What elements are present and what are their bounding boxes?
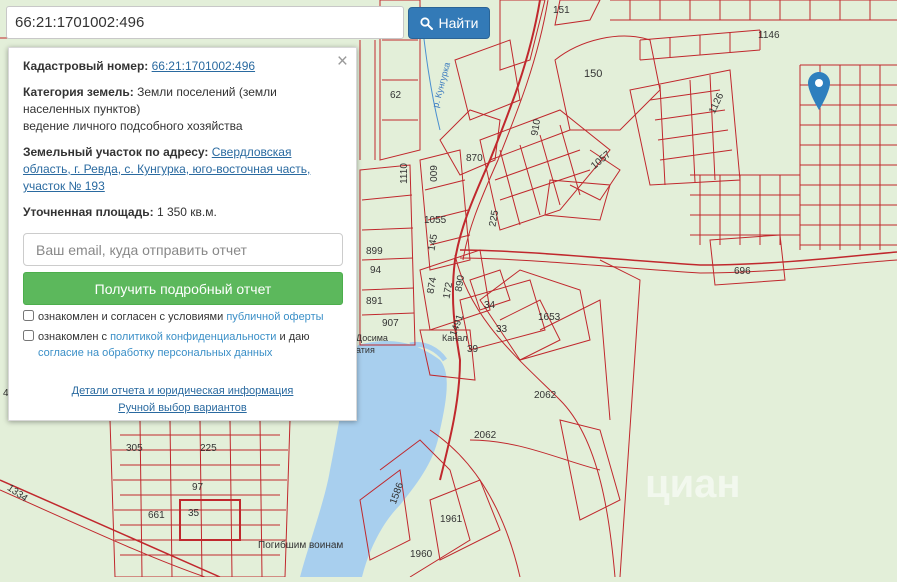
consent-offer-text: ознакомлен и согласен с условиями	[38, 311, 224, 323]
map-marker-icon[interactable]	[808, 72, 830, 110]
consent-offer[interactable]: ознакомлен и согласен с условиями публич…	[23, 309, 342, 325]
parcel-label: 009	[428, 165, 440, 182]
get-report-button[interactable]: Получить подробный отчет	[23, 272, 343, 305]
parcel-label: 35	[188, 508, 200, 519]
monument-label: Погибшим воинам	[258, 540, 344, 551]
cadastral-row: Кадастровый номер: 66:21:1701002:496	[23, 58, 342, 75]
consent-privacy-text: ознакомлен с	[38, 331, 108, 343]
cadastral-search-input[interactable]	[6, 6, 404, 39]
parcel-label: 907	[382, 318, 399, 329]
parcel-label: 1961	[440, 514, 463, 525]
category-label: Категория земель:	[23, 85, 134, 99]
parcel-label: 305	[126, 443, 143, 454]
place-label: Досима	[356, 333, 388, 343]
parcel-label: 899	[366, 246, 383, 257]
address-label: Земельный участок по адресу:	[23, 145, 209, 159]
parcel-label: 1960	[410, 549, 433, 560]
consent-privacy[interactable]: ознакомлен с политикой конфиденциальност…	[23, 329, 342, 361]
category-row: Категория земель: Земли поселений (земли…	[23, 84, 342, 135]
place-label: Канал	[442, 333, 468, 343]
parcel-label: 891	[366, 296, 383, 307]
parcel-label: 2062	[534, 390, 557, 401]
manual-selection-link[interactable]: Ручной выбор вариантов	[118, 402, 246, 414]
parcel-label: 1055	[424, 215, 447, 226]
parcel-label: 2062	[474, 430, 497, 441]
parcel-label: 34	[484, 300, 496, 311]
parcel-info-panel: × Кадастровый номер: 66:21:1701002:496 К…	[8, 47, 357, 421]
usage-value: ведение личного подсобного хозяйства	[23, 119, 243, 133]
parcel-label: 661	[148, 510, 165, 521]
area-value: 1 350 кв.м.	[156, 205, 217, 219]
public-offer-link[interactable]: публичной оферты	[226, 311, 323, 323]
place-label: атия	[356, 345, 375, 355]
email-input[interactable]	[23, 233, 343, 266]
privacy-policy-link[interactable]: политикой конфиденциальности	[110, 331, 276, 343]
parcel-label: 39	[467, 344, 479, 355]
parcel-label: 97	[192, 482, 204, 493]
report-details-link[interactable]: Детали отчета и юридическая информация	[72, 385, 294, 397]
parcel-label: 225	[200, 443, 217, 454]
consent-privacy-checkbox[interactable]	[23, 330, 34, 341]
search-button-label: Найти	[438, 15, 479, 31]
parcel-label: 62	[390, 90, 402, 101]
address-row: Земельный участок по адресу: Свердловска…	[23, 144, 342, 195]
parcel-label: 150	[584, 68, 603, 80]
close-icon[interactable]: ×	[337, 52, 348, 71]
area-row: Уточненная площадь: 1 350 кв.м.	[23, 204, 342, 221]
parcel-label: 696	[734, 266, 751, 277]
search-button[interactable]: Найти	[408, 7, 490, 39]
parcel-label: 1653	[538, 312, 561, 323]
watermark-text: циан	[645, 462, 741, 506]
area-label: Уточненная площадь:	[23, 205, 154, 219]
consent-offer-checkbox[interactable]	[23, 310, 34, 321]
search-icon	[419, 16, 433, 30]
parcel-label: 94	[370, 265, 382, 276]
cadastral-label: Кадастровый номер:	[23, 59, 149, 73]
consent-privacy-text2: и даю	[279, 331, 310, 343]
cadastral-number-link[interactable]: 66:21:1701002:496	[152, 59, 255, 73]
panel-links: Детали отчета и юридическая информация Р…	[23, 383, 342, 417]
parcel-label: 33	[496, 324, 508, 335]
parcel-label: 151	[553, 5, 570, 16]
parcel-label: 1146	[758, 30, 780, 41]
parcel-label: 1110	[398, 163, 410, 184]
parcel-label: 870	[466, 153, 483, 164]
data-processing-link[interactable]: согласие на обработку персональных данны…	[38, 347, 272, 359]
